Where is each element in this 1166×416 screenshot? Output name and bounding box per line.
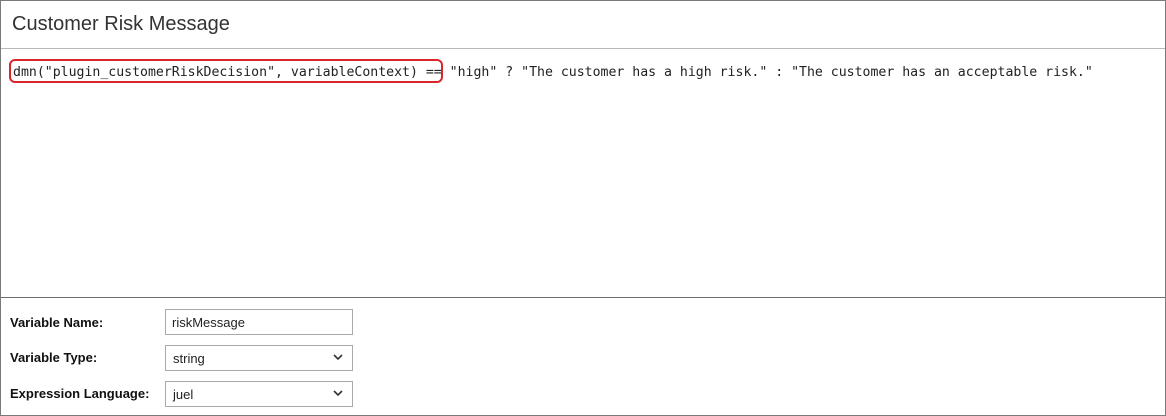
expression-code[interactable]: dmn("plugin_customerRiskDecision", varia… <box>13 65 1093 80</box>
variable-type-value: string <box>173 351 205 366</box>
variable-name-label: Variable Name: <box>10 315 104 330</box>
expression-panel: Customer Risk Message dmn("plugin_custom… <box>0 0 1166 416</box>
panel-header: Customer Risk Message <box>1 1 1165 49</box>
chevron-down-icon <box>333 354 343 361</box>
chevron-down-icon <box>333 390 343 397</box>
variable-name-input[interactable] <box>165 309 353 335</box>
expression-language-select[interactable]: juel <box>165 381 353 407</box>
expression-language-label: Expression Language: <box>10 386 150 401</box>
expression-editor[interactable]: dmn("plugin_customerRiskDecision", varia… <box>1 49 1165 298</box>
variable-type-label: Variable Type: <box>10 350 98 365</box>
variable-type-select[interactable]: string <box>165 345 353 371</box>
expression-language-value: juel <box>173 387 194 402</box>
properties-section: Variable Name: Variable Type: string Exp… <box>1 298 1165 415</box>
panel-title: Customer Risk Message <box>12 13 230 35</box>
